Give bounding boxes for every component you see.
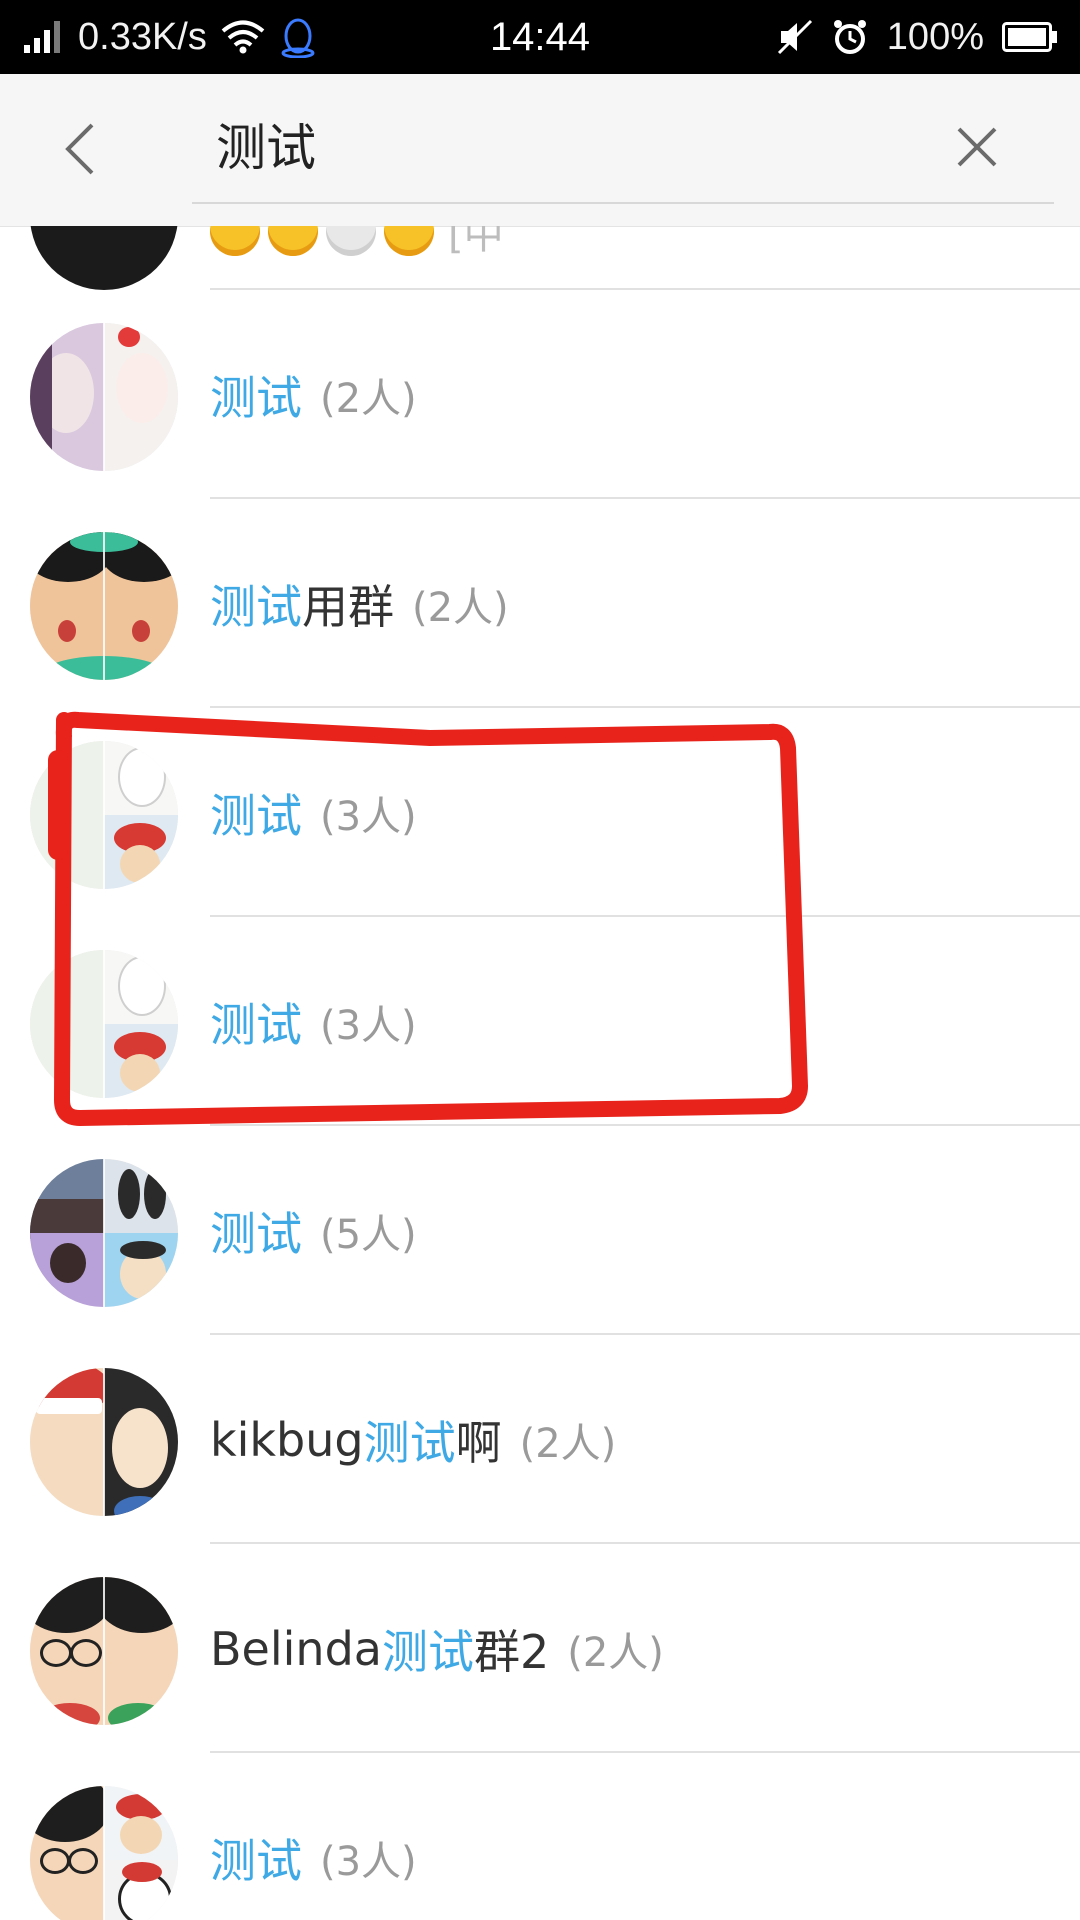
name-prefix: kikbug bbox=[210, 1412, 364, 1467]
search-input[interactable] bbox=[216, 94, 916, 194]
alarm-icon bbox=[831, 18, 869, 56]
search-field bbox=[192, 94, 1054, 204]
group-name: 测试 (3人) bbox=[210, 708, 417, 917]
name-highlight: 测试 bbox=[210, 1206, 302, 1261]
list-item[interactable]: 测试 (3人) bbox=[0, 917, 1080, 1126]
member-count: (2人) bbox=[320, 375, 417, 422]
back-button[interactable] bbox=[40, 106, 120, 196]
clock-time: 14:44 bbox=[489, 14, 591, 59]
avatar bbox=[30, 1368, 178, 1516]
battery-icon bbox=[1002, 22, 1058, 52]
name-highlight: 测试 bbox=[210, 788, 302, 843]
smile-emoji-icon bbox=[384, 226, 434, 256]
avatar bbox=[30, 1577, 178, 1725]
emoji-strip: [中 bbox=[210, 226, 504, 260]
group-name: 测试 用群 (2人) bbox=[210, 499, 509, 708]
group-name: 测试 (5人) bbox=[210, 1126, 417, 1335]
list-item-partial[interactable]: [中 bbox=[0, 226, 1080, 290]
search-header bbox=[0, 74, 1080, 227]
member-count: (5人) bbox=[320, 1211, 417, 1258]
smile-emoji-icon bbox=[210, 226, 260, 256]
name-highlight: 测试 bbox=[210, 1833, 302, 1888]
member-count: (2人) bbox=[519, 1420, 617, 1467]
results-scroll-content: [中 测试 (2人) 测试 用群 (2人) 测试 (3人) 测试 (3人) 测试… bbox=[0, 226, 1080, 1920]
mute-icon bbox=[777, 19, 813, 55]
member-count: (2人) bbox=[567, 1629, 664, 1676]
list-item[interactable]: 测试 (3人) bbox=[0, 708, 1080, 917]
name-highlight: 测试 bbox=[210, 579, 302, 634]
avatar bbox=[30, 226, 178, 290]
name-prefix: Belinda bbox=[210, 1621, 382, 1676]
list-item[interactable]: 测试 (5人) bbox=[0, 1126, 1080, 1335]
group-name: 测试 (3人) bbox=[210, 917, 417, 1126]
list-item[interactable]: 测试 (2人) bbox=[0, 290, 1080, 499]
smile-emoji-icon bbox=[268, 226, 318, 256]
group-name: 测试 (2人) bbox=[210, 290, 417, 499]
member-count: (3人) bbox=[320, 793, 417, 840]
name-suffix: 群2 bbox=[473, 1624, 550, 1679]
close-icon bbox=[955, 125, 999, 173]
app-screen: 0.33K/s 14:44 100% 测试 [中 测试 (2人) 测试 用群 (… bbox=[0, 0, 1080, 1920]
signal-icon bbox=[24, 21, 64, 53]
status-right: 100% bbox=[777, 0, 1058, 74]
group-name: 测试 (3人) bbox=[210, 1753, 417, 1920]
member-count: (3人) bbox=[320, 1838, 417, 1885]
member-count: (3人) bbox=[320, 1002, 417, 1049]
member-count: (2人) bbox=[412, 584, 509, 631]
group-name: Belinda 测试 群2 (2人) bbox=[210, 1544, 664, 1753]
list-item[interactable]: Belinda 测试 群2 (2人) bbox=[0, 1544, 1080, 1753]
status-bar: 0.33K/s 14:44 100% bbox=[0, 0, 1080, 74]
name-suffix: 用群 bbox=[302, 579, 394, 634]
wifi-icon bbox=[221, 20, 265, 54]
name-highlight: 测试 bbox=[363, 1415, 456, 1470]
back-chevron-icon bbox=[60, 119, 100, 183]
avatar bbox=[30, 741, 178, 889]
list-item[interactable]: 测试 (3人) bbox=[0, 1753, 1080, 1920]
battery-percent: 100% bbox=[886, 15, 984, 58]
network-speed: 0.33K/s bbox=[78, 15, 207, 58]
name-suffix: 啊 bbox=[455, 1415, 502, 1470]
partial-text: [中 bbox=[448, 226, 504, 258]
list-item[interactable]: kikbug 测试啊 (2人) bbox=[0, 1335, 1080, 1544]
name-highlight: 测试 bbox=[381, 1624, 474, 1679]
group-name: kikbug 测试啊 (2人) bbox=[210, 1335, 616, 1544]
avatar bbox=[30, 323, 178, 471]
name-highlight: 测试 bbox=[210, 997, 302, 1052]
avatar bbox=[30, 532, 178, 680]
avatar bbox=[30, 1159, 178, 1307]
status-left: 0.33K/s bbox=[24, 0, 317, 74]
surprised-emoji-icon bbox=[326, 226, 376, 256]
avatar bbox=[30, 1786, 178, 1920]
search-results-list[interactable]: [中 测试 (2人) 测试 用群 (2人) 测试 (3人) 测试 (3人) 测试… bbox=[0, 226, 1080, 1920]
list-item[interactable]: 测试 用群 (2人) bbox=[0, 499, 1080, 708]
clear-search-button[interactable] bbox=[942, 114, 1012, 184]
qq-penguin-icon bbox=[279, 16, 317, 58]
name-highlight: 测试 bbox=[210, 370, 302, 425]
avatar bbox=[30, 950, 178, 1098]
